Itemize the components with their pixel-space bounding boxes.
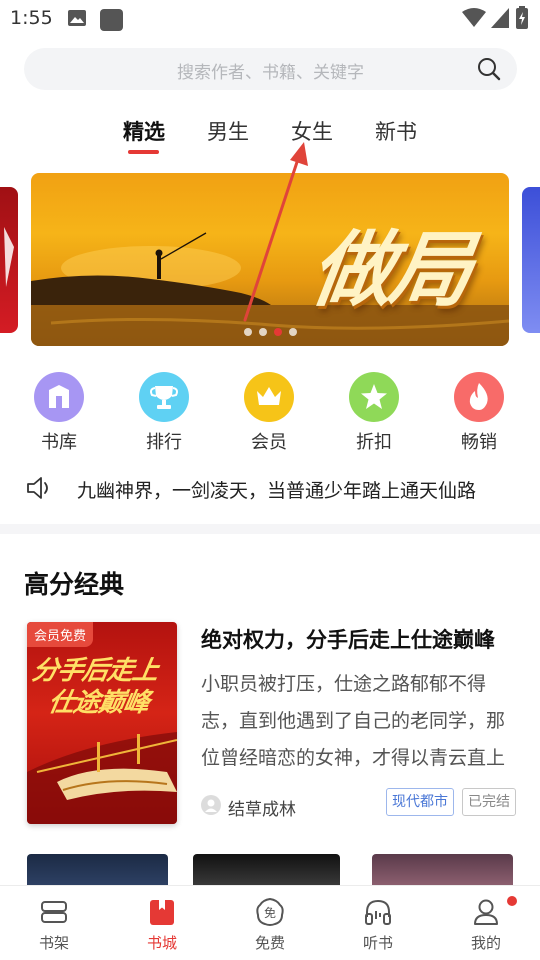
- banner-prev-art: [4, 227, 14, 287]
- flame-icon: [454, 372, 504, 422]
- genre-tag[interactable]: 现代都市: [386, 788, 454, 816]
- nav-label: 听书: [362, 934, 393, 952]
- cover-title-line2: 仕途巅峰: [45, 688, 152, 718]
- category-label: 折扣: [356, 432, 392, 453]
- speaker-icon: [27, 477, 48, 499]
- carousel-dot-active[interactable]: [273, 328, 282, 336]
- profile-icon: [474, 899, 498, 925]
- nav-profile[interactable]: 我的: [432, 886, 540, 960]
- banner-prev-peek[interactable]: [0, 187, 18, 333]
- carousel-dot[interactable]: [258, 328, 267, 336]
- category-library[interactable]: 书库: [19, 372, 99, 454]
- bookstore-icon: [150, 900, 174, 925]
- book-description: 小职员被打压，仕途之路郁郁不得志，直到他遇到了自己的老同学，那位曾经暗恋的女神，…: [201, 673, 506, 769]
- category-label: 书库: [41, 432, 77, 453]
- category-bestseller[interactable]: 畅销: [439, 372, 519, 454]
- search-bar[interactable]: 搜索作者、书籍、关键字: [24, 48, 517, 90]
- search-icon[interactable]: [477, 57, 501, 81]
- book-author: 结草成林: [228, 800, 296, 820]
- category-discount[interactable]: 折扣: [334, 372, 414, 454]
- star-glyph: [361, 384, 387, 409]
- category-ranking[interactable]: 排行: [124, 372, 204, 454]
- book-cover[interactable]: [372, 854, 513, 886]
- bottom-navigation: 书架 书城 免 免费 听书 我的: [0, 885, 540, 960]
- category-membership[interactable]: 会员: [229, 372, 309, 454]
- nav-label: 书架: [38, 934, 69, 952]
- book-cover[interactable]: [27, 854, 168, 886]
- book-cover[interactable]: [193, 854, 340, 886]
- crown-glyph: [257, 387, 281, 405]
- book-title[interactable]: 绝对权力，分手后走上仕途巅峰: [201, 624, 519, 654]
- image-icon: [68, 10, 86, 26]
- svg-text:免: 免: [264, 905, 276, 920]
- battery-icon: [516, 6, 528, 29]
- category-tabs: 精选 男生 女生 新书: [0, 112, 540, 162]
- nav-bookstore[interactable]: 书城: [108, 886, 216, 960]
- headphones-icon: [365, 899, 391, 925]
- category-label: 排行: [146, 432, 182, 453]
- category-label: 会员: [251, 432, 287, 453]
- nav-free[interactable]: 免 免费: [216, 886, 324, 960]
- banner-title: 做局: [305, 222, 475, 318]
- free-icon: 免: [256, 897, 284, 926]
- nav-label: 免费: [254, 934, 285, 952]
- tab-featured[interactable]: 精选: [123, 116, 165, 146]
- carousel-dots: [31, 328, 509, 336]
- nav-bookshelf[interactable]: 书架: [0, 886, 108, 960]
- flame-glyph: [469, 383, 488, 410]
- signal-icon: [491, 8, 509, 28]
- member-free-badge: 会员免费: [27, 622, 94, 647]
- app-notification-icon: [100, 9, 123, 31]
- category-label: 畅销: [461, 432, 497, 453]
- crown-icon: [244, 372, 294, 422]
- author-icon: [201, 795, 221, 815]
- nav-label: 我的: [470, 934, 501, 952]
- tab-male[interactable]: 男生: [207, 116, 249, 146]
- bookshelf-icon: [41, 901, 67, 923]
- tab-female[interactable]: 女生: [291, 116, 333, 146]
- nav-audiobooks[interactable]: 听书: [324, 886, 432, 960]
- banner-slide[interactable]: 做局: [31, 173, 509, 346]
- carousel-dot[interactable]: [243, 328, 252, 336]
- section-title: 高分经典: [24, 570, 125, 599]
- wifi-icon: [462, 8, 486, 27]
- trophy-glyph: [150, 386, 178, 409]
- nav-label: 书城: [146, 934, 177, 952]
- tab-active-indicator: [128, 150, 159, 154]
- star-badge-icon: [349, 372, 399, 422]
- status-tag: 已完结: [462, 788, 516, 816]
- tab-new-books[interactable]: 新书: [375, 116, 417, 146]
- book-cover[interactable]: 分手后走上 仕途巅峰 会员免费: [27, 622, 177, 824]
- status-time: 1:55: [10, 7, 53, 29]
- search-placeholder: 搜索作者、书籍、关键字: [177, 63, 364, 83]
- section-divider: [0, 524, 540, 534]
- banner-next-peek[interactable]: [522, 187, 540, 333]
- carousel-dot[interactable]: [288, 328, 297, 336]
- library-glyph: [49, 385, 69, 408]
- announcement-bar[interactable]: 九幽神界，一剑凌天，当普通少年踏上通天仙路: [0, 470, 540, 508]
- announcement-text: 九幽神界，一剑凌天，当普通少年踏上通天仙路: [77, 480, 477, 502]
- library-icon: [34, 372, 84, 422]
- status-bar: 1:55: [0, 0, 540, 36]
- notification-badge: [507, 896, 517, 906]
- trophy-icon: [139, 372, 189, 422]
